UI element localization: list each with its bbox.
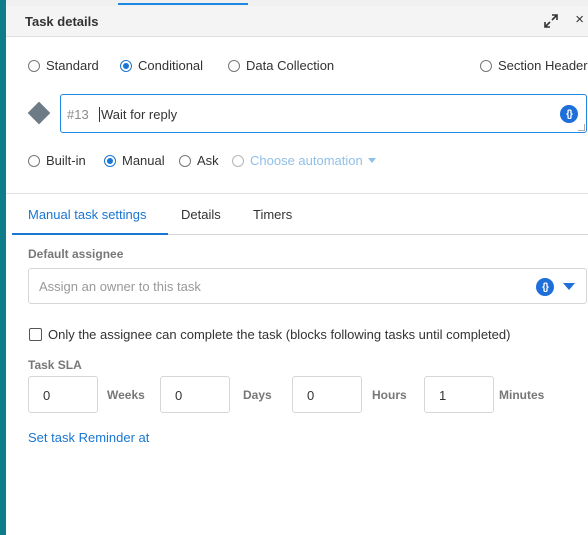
radio-circle[interactable] bbox=[120, 59, 132, 72]
radio-choose-automation[interactable]: Choose automation bbox=[232, 153, 376, 168]
task-sla-label: Task SLA bbox=[28, 358, 82, 372]
radio-label: Section Header bbox=[498, 58, 588, 73]
panel-title: Task details bbox=[25, 14, 99, 29]
sla-days-value: 0 bbox=[175, 388, 183, 403]
active-tab-underline bbox=[12, 233, 168, 235]
sla-weeks-input[interactable]: 0 bbox=[28, 376, 98, 413]
task-name-input[interactable]: #13 Wait for reply {} bbox=[60, 94, 587, 133]
sla-minutes-value: 1 bbox=[439, 388, 447, 403]
radio-circle[interactable] bbox=[28, 59, 40, 72]
active-tab-marker bbox=[118, 3, 248, 5]
panel-header: Task details × bbox=[6, 6, 588, 37]
radio-ask[interactable]: Ask bbox=[179, 153, 219, 168]
radio-circle[interactable] bbox=[232, 154, 244, 167]
chevron-down-icon[interactable] bbox=[563, 283, 575, 290]
assignee-placeholder: Assign an owner to this task bbox=[39, 279, 201, 294]
conditional-diamond-icon bbox=[27, 101, 51, 125]
task-name-value: Wait for reply bbox=[99, 107, 178, 122]
sla-hours-input[interactable]: 0 bbox=[292, 376, 362, 413]
tab-details[interactable]: Details bbox=[181, 207, 221, 222]
resize-grip-icon[interactable] bbox=[578, 124, 585, 131]
section-divider bbox=[6, 193, 588, 194]
radio-circle[interactable] bbox=[28, 154, 40, 167]
default-assignee-label: Default assignee bbox=[28, 247, 124, 261]
radio-standard[interactable]: Standard bbox=[28, 58, 99, 73]
radio-circle[interactable] bbox=[228, 59, 240, 72]
radio-label: Standard bbox=[46, 58, 99, 73]
expand-icon[interactable] bbox=[544, 14, 558, 28]
radio-conditional[interactable]: Conditional bbox=[120, 58, 203, 73]
radio-label: Choose automation bbox=[250, 153, 363, 168]
task-number: #13 bbox=[67, 107, 89, 122]
radio-label: Data Collection bbox=[246, 58, 335, 73]
only-assignee-label: Only the assignee can complete the task … bbox=[48, 327, 511, 342]
left-accent-bar bbox=[0, 0, 6, 535]
radio-data-collection[interactable]: Data Collection bbox=[228, 58, 334, 73]
sla-minutes-unit: Minutes bbox=[499, 388, 545, 402]
radio-label: Manual bbox=[122, 153, 165, 168]
sla-hours-unit: Hours bbox=[372, 388, 407, 402]
set-reminder-link[interactable]: Set task Reminder at bbox=[28, 430, 149, 445]
chevron-down-icon bbox=[367, 158, 376, 163]
sla-hours-value: 0 bbox=[307, 388, 315, 403]
only-assignee-checkbox-row[interactable]: Only the assignee can complete the task … bbox=[29, 327, 510, 342]
radio-section-header[interactable]: Section Header bbox=[480, 58, 588, 73]
variable-braces-icon[interactable]: {} bbox=[536, 278, 554, 296]
assignee-select[interactable]: Assign an owner to this task {} bbox=[28, 268, 587, 304]
sla-minutes-input[interactable]: 1 bbox=[424, 376, 494, 413]
task-type-group: Standard Conditional Data Collection Sec… bbox=[28, 58, 588, 76]
radio-manual[interactable]: Manual bbox=[104, 153, 165, 168]
radio-circle[interactable] bbox=[480, 59, 492, 72]
radio-circle[interactable] bbox=[104, 154, 116, 167]
radio-circle[interactable] bbox=[179, 154, 191, 167]
radio-built-in[interactable]: Built-in bbox=[28, 153, 86, 168]
execution-group: Built-in Manual Ask Choose automation bbox=[28, 153, 588, 171]
radio-label: Conditional bbox=[138, 58, 204, 73]
close-icon[interactable]: × bbox=[575, 12, 584, 28]
radio-label: Ask bbox=[197, 153, 219, 168]
sla-weeks-unit: Weeks bbox=[107, 388, 145, 402]
sla-days-input[interactable]: 0 bbox=[160, 376, 230, 413]
tab-manual-task-settings[interactable]: Manual task settings bbox=[28, 207, 147, 222]
variable-braces-icon[interactable]: {} bbox=[560, 105, 578, 123]
sla-weeks-value: 0 bbox=[43, 388, 51, 403]
tab-timers[interactable]: Timers bbox=[253, 207, 292, 222]
radio-label: Built-in bbox=[46, 153, 86, 168]
settings-tabs: Manual task settings Details Timers bbox=[12, 195, 588, 235]
sla-days-unit: Days bbox=[243, 388, 272, 402]
only-assignee-checkbox[interactable] bbox=[29, 328, 42, 341]
